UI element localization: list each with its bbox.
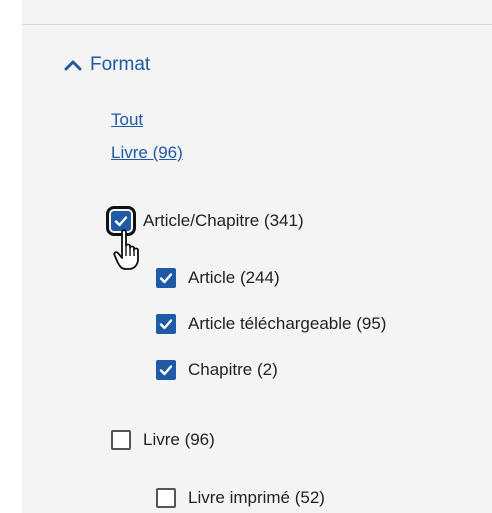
check-icon	[159, 365, 173, 376]
page: Format Tout Livre (96) Article/Chapitre …	[0, 0, 492, 513]
divider	[22, 24, 492, 25]
option-article[interactable]: Article (244)	[156, 268, 280, 288]
option-label: Article téléchargeable (95)	[188, 314, 387, 333]
checkbox-article-telechargeable[interactable]	[156, 314, 176, 334]
link-book[interactable]: Livre (96)	[111, 143, 183, 163]
chevron-up-icon	[64, 60, 82, 71]
checkbox-chapitre[interactable]	[156, 360, 176, 380]
facet-title: Format	[90, 54, 151, 75]
checkbox-livre[interactable]	[111, 430, 131, 450]
option-label: Article/Chapitre (341)	[143, 211, 304, 230]
option-article-telechargeable[interactable]: Article téléchargeable (95)	[156, 314, 386, 334]
checkbox-livre-imprime[interactable]	[156, 488, 176, 508]
option-label: Article (244)	[188, 268, 280, 287]
format-facet-toggle[interactable]: Format	[62, 54, 150, 76]
option-chapitre[interactable]: Chapitre (2)	[156, 360, 278, 380]
option-livre-imprime[interactable]: Livre imprimé (52)	[156, 488, 325, 508]
check-icon	[114, 216, 128, 227]
check-icon	[159, 273, 173, 284]
option-livre[interactable]: Livre (96)	[111, 430, 215, 450]
option-label: Livre (96)	[143, 430, 215, 449]
option-label: Livre imprimé (52)	[188, 488, 325, 507]
hand-pointer-icon	[113, 229, 139, 270]
option-label: Chapitre (2)	[188, 360, 278, 379]
checkbox-article[interactable]	[156, 268, 176, 288]
link-all[interactable]: Tout	[111, 110, 143, 130]
facet-panel	[22, 0, 492, 513]
check-icon	[159, 319, 173, 330]
